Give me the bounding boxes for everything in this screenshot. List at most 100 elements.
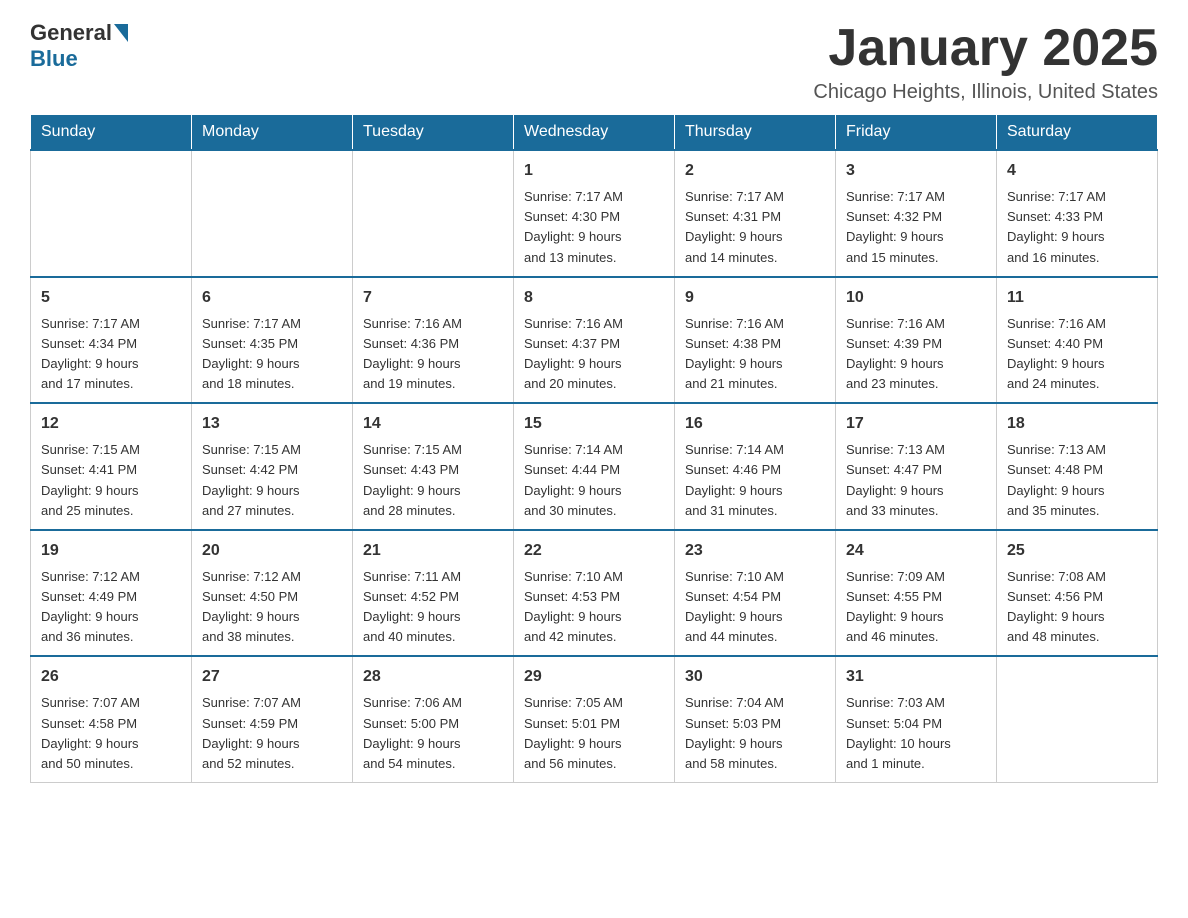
calendar-cell: 1 Sunrise: 7:17 AM Sunset: 4:30 PM Daylig… [514, 150, 675, 277]
day-number: 10 [846, 286, 986, 310]
calendar-cell: 5Sunrise: 7:17 AM Sunset: 4:34 PM Daylig… [31, 277, 192, 404]
calendar-cell [192, 150, 353, 277]
day-info: Sunrise: 7:06 AM Sunset: 5:00 PM Dayligh… [363, 693, 503, 774]
calendar-cell: 25 Sunrise: 7:08 AM Sunset: 4:56 PM Dayli… [997, 530, 1158, 657]
calendar-cell: 2Sunrise: 7:17 AM Sunset: 4:31 PM Daylig… [675, 150, 836, 277]
day-header-wednesday: Wednesday [514, 115, 675, 151]
day-info: Sunrise: 7:15 AM Sunset: 4:43 PM Dayligh… [363, 440, 503, 521]
day-number: 15 [524, 412, 664, 436]
day-number: 8 [524, 286, 664, 310]
week-row-1: 1 Sunrise: 7:17 AM Sunset: 4:30 PM Daylig… [31, 150, 1158, 277]
day-info: Sunrise: 7:17 AM Sunset: 4:35 PM Dayligh… [202, 314, 342, 395]
day-header-tuesday: Tuesday [353, 115, 514, 151]
week-row-4: 19 Sunrise: 7:12 AM Sunset: 4:49 PM Dayli… [31, 530, 1158, 657]
calendar-cell: 6 Sunrise: 7:17 AM Sunset: 4:35 PM Daylig… [192, 277, 353, 404]
day-info: Sunrise: 7:16 AM Sunset: 4:38 PM Dayligh… [685, 314, 825, 395]
logo-text-blue: Blue [30, 46, 78, 72]
calendar-cell: 31Sunrise: 7:03 AM Sunset: 5:04 PM Dayli… [836, 656, 997, 782]
day-number: 6 [202, 286, 342, 310]
day-info: Sunrise: 7:14 AM Sunset: 4:46 PM Dayligh… [685, 440, 825, 521]
logo-text-general: General [30, 20, 112, 46]
day-number: 18 [1007, 412, 1147, 436]
day-info: Sunrise: 7:15 AM Sunset: 4:41 PM Dayligh… [41, 440, 181, 521]
day-info: Sunrise: 7:17 AM Sunset: 4:31 PM Dayligh… [685, 187, 825, 268]
logo-arrow-icon [114, 24, 128, 42]
day-number: 1 [524, 159, 664, 183]
day-info: Sunrise: 7:14 AM Sunset: 4:44 PM Dayligh… [524, 440, 664, 521]
calendar-cell: 30 Sunrise: 7:04 AM Sunset: 5:03 PM Dayli… [675, 656, 836, 782]
calendar-cell: 11 Sunrise: 7:16 AM Sunset: 4:40 PM Dayli… [997, 277, 1158, 404]
day-info: Sunrise: 7:13 AM Sunset: 4:47 PM Dayligh… [846, 440, 986, 521]
calendar-cell: 26Sunrise: 7:07 AM Sunset: 4:58 PM Dayli… [31, 656, 192, 782]
week-row-2: 5Sunrise: 7:17 AM Sunset: 4:34 PM Daylig… [31, 277, 1158, 404]
week-row-5: 26Sunrise: 7:07 AM Sunset: 4:58 PM Dayli… [31, 656, 1158, 782]
day-number: 5 [41, 286, 181, 310]
day-header-thursday: Thursday [675, 115, 836, 151]
day-info: Sunrise: 7:10 AM Sunset: 4:54 PM Dayligh… [685, 567, 825, 648]
day-number: 22 [524, 539, 664, 563]
calendar-subtitle: Chicago Heights, Illinois, United States [813, 81, 1158, 104]
calendar-cell [31, 150, 192, 277]
day-info: Sunrise: 7:16 AM Sunset: 4:40 PM Dayligh… [1007, 314, 1147, 395]
day-number: 3 [846, 159, 986, 183]
calendar-cell: 23 Sunrise: 7:10 AM Sunset: 4:54 PM Dayli… [675, 530, 836, 657]
day-info: Sunrise: 7:17 AM Sunset: 4:33 PM Dayligh… [1007, 187, 1147, 268]
calendar-cell [997, 656, 1158, 782]
calendar-cell: 21Sunrise: 7:11 AM Sunset: 4:52 PM Dayli… [353, 530, 514, 657]
calendar-cell: 7 Sunrise: 7:16 AM Sunset: 4:36 PM Daylig… [353, 277, 514, 404]
calendar-cell: 8 Sunrise: 7:16 AM Sunset: 4:37 PM Daylig… [514, 277, 675, 404]
day-number: 16 [685, 412, 825, 436]
logo: General Blue [30, 20, 130, 72]
day-info: Sunrise: 7:07 AM Sunset: 4:59 PM Dayligh… [202, 693, 342, 774]
day-number: 26 [41, 665, 181, 689]
day-header-monday: Monday [192, 115, 353, 151]
day-number: 25 [1007, 539, 1147, 563]
day-number: 19 [41, 539, 181, 563]
day-number: 30 [685, 665, 825, 689]
day-info: Sunrise: 7:08 AM Sunset: 4:56 PM Dayligh… [1007, 567, 1147, 648]
day-number: 17 [846, 412, 986, 436]
calendar-cell: 14 Sunrise: 7:15 AM Sunset: 4:43 PM Dayli… [353, 403, 514, 530]
day-number: 24 [846, 539, 986, 563]
day-number: 7 [363, 286, 503, 310]
calendar-cell: 10 Sunrise: 7:16 AM Sunset: 4:39 PM Dayli… [836, 277, 997, 404]
calendar-cell: 29Sunrise: 7:05 AM Sunset: 5:01 PM Dayli… [514, 656, 675, 782]
day-info: Sunrise: 7:12 AM Sunset: 4:50 PM Dayligh… [202, 567, 342, 648]
day-number: 9 [685, 286, 825, 310]
day-info: Sunrise: 7:15 AM Sunset: 4:42 PM Dayligh… [202, 440, 342, 521]
day-number: 29 [524, 665, 664, 689]
week-row-3: 12 Sunrise: 7:15 AM Sunset: 4:41 PM Dayli… [31, 403, 1158, 530]
calendar-cell: 16 Sunrise: 7:14 AM Sunset: 4:46 PM Dayli… [675, 403, 836, 530]
day-info: Sunrise: 7:11 AM Sunset: 4:52 PM Dayligh… [363, 567, 503, 648]
day-info: Sunrise: 7:16 AM Sunset: 4:39 PM Dayligh… [846, 314, 986, 395]
calendar-table: SundayMondayTuesdayWednesdayThursdayFrid… [30, 114, 1158, 783]
day-info: Sunrise: 7:17 AM Sunset: 4:30 PM Dayligh… [524, 187, 664, 268]
day-info: Sunrise: 7:16 AM Sunset: 4:36 PM Dayligh… [363, 314, 503, 395]
day-info: Sunrise: 7:17 AM Sunset: 4:32 PM Dayligh… [846, 187, 986, 268]
day-info: Sunrise: 7:16 AM Sunset: 4:37 PM Dayligh… [524, 314, 664, 395]
day-number: 31 [846, 665, 986, 689]
day-number: 13 [202, 412, 342, 436]
calendar-cell: 15 Sunrise: 7:14 AM Sunset: 4:44 PM Dayli… [514, 403, 675, 530]
day-info: Sunrise: 7:12 AM Sunset: 4:49 PM Dayligh… [41, 567, 181, 648]
day-header-friday: Friday [836, 115, 997, 151]
calendar-cell: 20 Sunrise: 7:12 AM Sunset: 4:50 PM Dayli… [192, 530, 353, 657]
day-header-saturday: Saturday [997, 115, 1158, 151]
day-info: Sunrise: 7:04 AM Sunset: 5:03 PM Dayligh… [685, 693, 825, 774]
day-number: 14 [363, 412, 503, 436]
calendar-cell: 27 Sunrise: 7:07 AM Sunset: 4:59 PM Dayli… [192, 656, 353, 782]
day-number: 20 [202, 539, 342, 563]
calendar-cell: 19 Sunrise: 7:12 AM Sunset: 4:49 PM Dayli… [31, 530, 192, 657]
day-number: 28 [363, 665, 503, 689]
calendar-cell: 12 Sunrise: 7:15 AM Sunset: 4:41 PM Dayli… [31, 403, 192, 530]
calendar-cell: 18Sunrise: 7:13 AM Sunset: 4:48 PM Dayli… [997, 403, 1158, 530]
day-number: 12 [41, 412, 181, 436]
calendar-title: January 2025 [813, 20, 1158, 77]
calendar-cell: 17 Sunrise: 7:13 AM Sunset: 4:47 PM Dayli… [836, 403, 997, 530]
calendar-cell: 3 Sunrise: 7:17 AM Sunset: 4:32 PM Daylig… [836, 150, 997, 277]
calendar-cell: 28 Sunrise: 7:06 AM Sunset: 5:00 PM Dayli… [353, 656, 514, 782]
day-number: 27 [202, 665, 342, 689]
calendar-cell: 24Sunrise: 7:09 AM Sunset: 4:55 PM Dayli… [836, 530, 997, 657]
day-number: 23 [685, 539, 825, 563]
day-number: 11 [1007, 286, 1147, 310]
